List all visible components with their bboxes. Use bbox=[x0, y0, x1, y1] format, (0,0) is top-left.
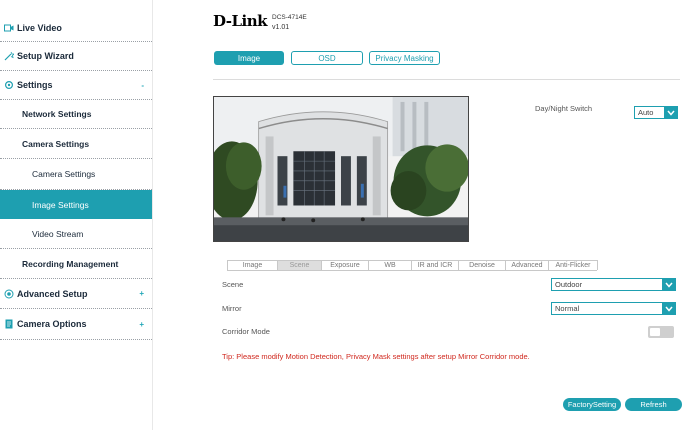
expand-icon: + bbox=[139, 319, 144, 329]
day-night-value: Auto bbox=[638, 108, 654, 117]
tab-image[interactable]: Image bbox=[214, 51, 284, 65]
subtab-scene[interactable]: Scene bbox=[277, 260, 322, 270]
chevron-down-icon bbox=[662, 303, 675, 314]
chevron-down-icon bbox=[662, 279, 675, 290]
day-night-label: Day/Night Switch bbox=[535, 104, 593, 113]
model-name: DCS-4714E bbox=[272, 14, 307, 21]
sidebar-item-label: Camera Options bbox=[17, 319, 87, 329]
sidebar-item-setup-wizard[interactable]: Setup Wizard bbox=[0, 42, 152, 71]
sidebar-item-label: Camera Settings bbox=[22, 138, 90, 149]
model-info: DCS-4714E v1.01 bbox=[272, 13, 307, 33]
sidebar-item-advanced-setup[interactable]: Advanced Setup + bbox=[0, 279, 152, 309]
wand-icon bbox=[4, 51, 14, 61]
camera-preview bbox=[213, 96, 469, 242]
subtab-exposure[interactable]: Exposure bbox=[321, 260, 369, 270]
subtab-image[interactable]: Image bbox=[227, 260, 278, 270]
sidebar-item-label: Image Settings bbox=[32, 199, 89, 210]
tip-text: Tip: Please modify Motion Detection, Pri… bbox=[222, 352, 530, 361]
scene-value: Outdoor bbox=[555, 280, 583, 289]
sidebar-item-label: Advanced Setup bbox=[17, 288, 88, 299]
sidebar-item-camera-options[interactable]: Camera Options + bbox=[0, 309, 152, 340]
mirror-select[interactable]: Normal bbox=[551, 302, 676, 315]
subtab-ir-icr[interactable]: IR and ICR bbox=[411, 260, 459, 270]
toggle-knob bbox=[650, 328, 660, 336]
sidebar-item-camera-settings[interactable]: Camera Settings bbox=[0, 129, 152, 159]
corridor-mode-label: Corridor Mode bbox=[222, 327, 270, 336]
sidebar-item-label: Settings bbox=[17, 80, 53, 90]
mirror-value: Normal bbox=[555, 304, 580, 313]
chevron-down-icon bbox=[664, 107, 677, 118]
subtab-denoise[interactable]: Denoise bbox=[458, 260, 506, 270]
subtab-anti-flicker[interactable]: Anti-Flicker bbox=[548, 260, 598, 270]
sidebar-item-label: Video Stream bbox=[32, 228, 84, 239]
sidebar-item-recording-management[interactable]: Recording Management bbox=[0, 249, 152, 279]
subtab-wb[interactable]: WB bbox=[368, 260, 412, 270]
refresh-button[interactable]: Refresh bbox=[625, 398, 682, 411]
sidebar-item-label: Recording Management bbox=[22, 258, 119, 269]
sidebar-subitem-camera-settings[interactable]: Camera Settings bbox=[0, 159, 152, 190]
tab-privacy-masking[interactable]: Privacy Masking bbox=[369, 51, 440, 65]
image-sub-tabs: Image Scene Exposure WB IR and ICR Denoi… bbox=[227, 260, 598, 271]
sidebar-item-network-settings[interactable]: Network Settings bbox=[0, 100, 152, 129]
expand-icon: + bbox=[139, 289, 144, 298]
day-night-select[interactable]: Auto bbox=[634, 106, 678, 119]
sidebar-item-label: Camera Settings bbox=[32, 169, 96, 179]
dlink-logo: D-Link bbox=[213, 12, 268, 30]
factory-setting-button[interactable]: FactorySetting bbox=[563, 398, 621, 411]
sidebar: Live Video Setup Wizard Settings - Netwo… bbox=[0, 0, 153, 430]
sidebar-subitem-video-stream[interactable]: Video Stream bbox=[0, 219, 152, 249]
sidebar-item-label: Network Settings bbox=[22, 109, 92, 119]
divider bbox=[213, 79, 680, 80]
sidebar-subitem-image-settings[interactable]: Image Settings bbox=[0, 190, 152, 219]
firmware-version: v1.01 bbox=[272, 24, 290, 31]
document-icon bbox=[4, 319, 14, 329]
advanced-setup-icon bbox=[4, 289, 14, 299]
video-icon bbox=[4, 23, 14, 33]
sidebar-item-live-video[interactable]: Live Video bbox=[0, 14, 152, 42]
subtab-advanced[interactable]: Advanced bbox=[505, 260, 549, 270]
sidebar-item-settings[interactable]: Settings - bbox=[0, 71, 152, 100]
tab-osd[interactable]: OSD bbox=[291, 51, 363, 65]
gear-icon bbox=[4, 80, 14, 90]
collapse-icon: - bbox=[141, 80, 144, 90]
scene-select[interactable]: Outdoor bbox=[551, 278, 676, 291]
mirror-label: Mirror bbox=[222, 304, 242, 313]
sidebar-item-label: Live Video bbox=[17, 22, 62, 33]
corridor-mode-toggle[interactable] bbox=[648, 326, 674, 338]
sidebar-item-label: Setup Wizard bbox=[17, 51, 74, 61]
scene-label: Scene bbox=[222, 280, 244, 289]
